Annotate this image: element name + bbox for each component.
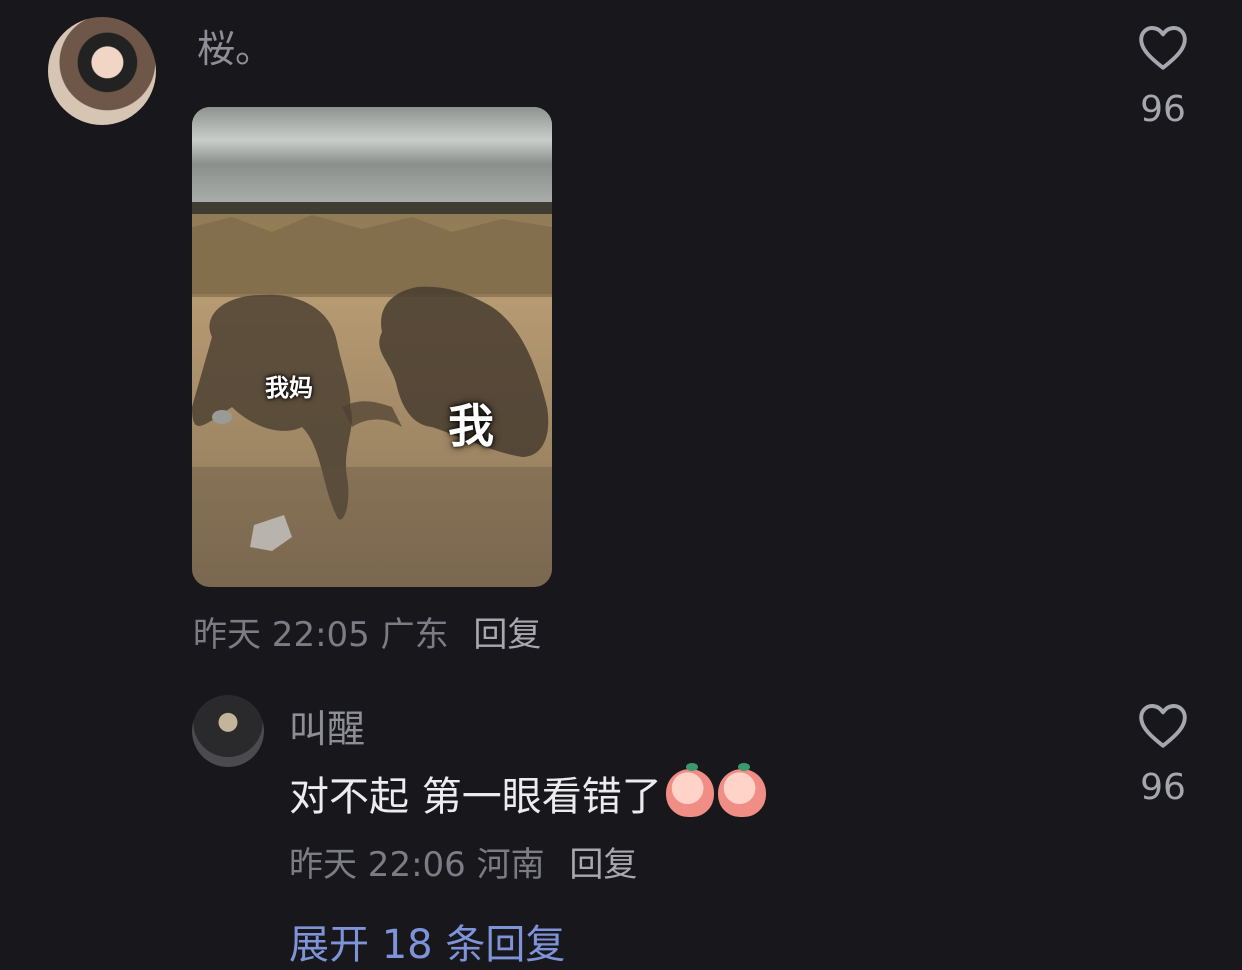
- comment-meta: 昨天 22:05 广东 回复: [193, 607, 541, 656]
- shy-emoji-icon: [665, 763, 714, 817]
- heart-icon: [1139, 704, 1187, 748]
- like-count: 96: [1140, 89, 1186, 130]
- comment-image[interactable]: [192, 107, 552, 587]
- comment-time: 昨天 22:05: [193, 615, 370, 655]
- comment-time: 昨天 22:06: [289, 845, 466, 885]
- comment-location: 广东: [380, 615, 449, 655]
- like-button[interactable]: 96: [1133, 701, 1193, 808]
- comment-location: 河南: [476, 845, 545, 885]
- comment-text: 对不起 第一眼看错了: [289, 763, 766, 822]
- like-button[interactable]: 96: [1133, 23, 1193, 130]
- comment-meta: 昨天 22:06 河南 回复: [289, 837, 637, 886]
- reply-button[interactable]: 回复: [569, 845, 637, 885]
- embarrassed-emoji-icon: [717, 763, 766, 817]
- username[interactable]: 桜。: [197, 18, 273, 73]
- user-avatar[interactable]: [192, 695, 264, 767]
- image-label-mom: 我妈: [265, 374, 313, 402]
- reply-button[interactable]: 回复: [473, 615, 541, 655]
- image-label-me: 我: [448, 399, 494, 453]
- expand-replies-button[interactable]: 展开 18 条回复: [289, 912, 565, 970]
- username[interactable]: 叫醒: [289, 698, 365, 753]
- user-avatar[interactable]: [48, 17, 156, 125]
- comment-body: 对不起 第一眼看错了: [289, 774, 662, 820]
- like-count: 96: [1140, 767, 1186, 808]
- heart-icon: [1139, 26, 1187, 70]
